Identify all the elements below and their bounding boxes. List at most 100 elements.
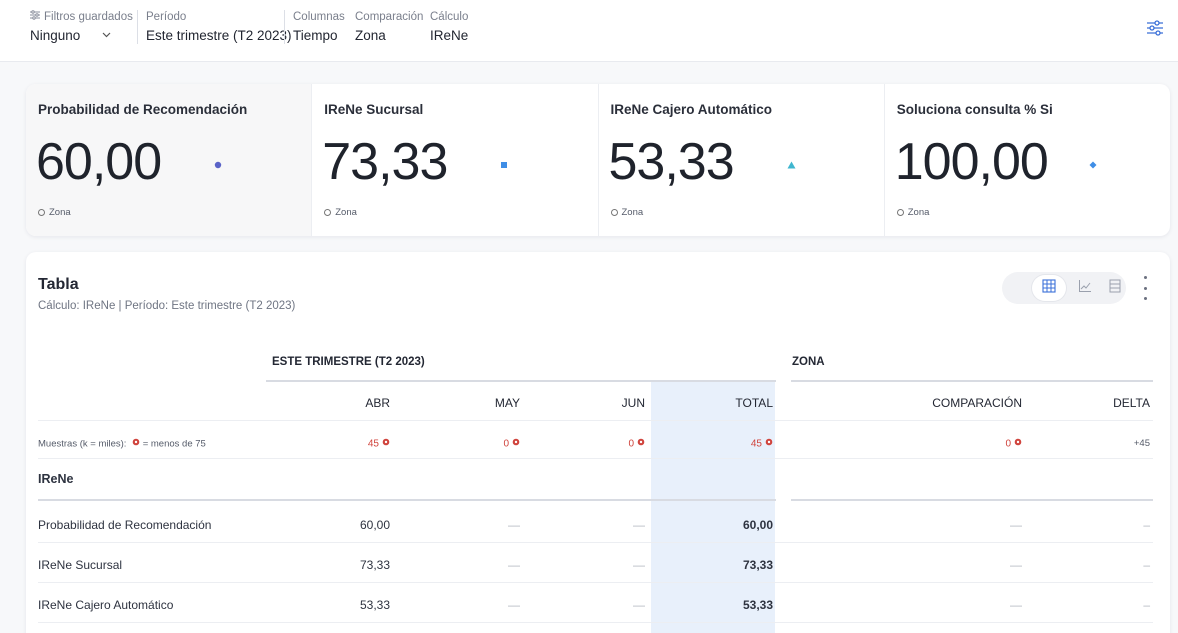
- cell-jun: —: [633, 598, 645, 612]
- col-header-delta[interactable]: DELTA: [1076, 396, 1150, 410]
- row-label: IReNe Cajero Automático: [38, 598, 174, 612]
- section-divider: [791, 499, 1153, 501]
- cell-abr: 60,00: [359, 518, 390, 532]
- kpi-value: 60,00: [36, 133, 162, 191]
- warning-pin-icon: [765, 438, 773, 450]
- filter-bar: Filtros guardados Ninguno Período Este t…: [0, 0, 1178, 62]
- kpi-title: IReNe Sucursal: [324, 102, 424, 117]
- comparison-value: Zona: [355, 28, 386, 43]
- comparison-label: Comparación: [355, 11, 424, 23]
- cell-may: —: [508, 518, 520, 532]
- kpi-legend: Zona: [610, 207, 644, 218]
- warning-pin-icon: [132, 438, 140, 450]
- filter-settings-button[interactable]: [1144, 19, 1166, 40]
- kpi-card-branch[interactable]: IReNe Sucursal 73,33 Zona: [312, 84, 599, 236]
- samples-delta: +45: [1133, 438, 1150, 449]
- kpi-title: Probabilidad de Recomendación: [38, 102, 248, 117]
- square-marker-icon: [500, 156, 508, 174]
- cell-total: 73,33: [742, 558, 773, 572]
- kpi-legend: Zona: [324, 207, 357, 218]
- list-view-button[interactable]: [1098, 275, 1132, 301]
- period-selector[interactable]: Período Este trimestre (T2 2023): [146, 10, 292, 45]
- kpi-title: IReNe Cajero Automático: [610, 102, 773, 117]
- warning-pin-icon: [382, 438, 390, 450]
- period-value: Este trimestre (T2 2023): [146, 28, 292, 43]
- col-header-total[interactable]: TOTAL: [691, 396, 773, 410]
- period-label: Período: [146, 11, 187, 23]
- columns-label: Columnas: [293, 11, 345, 23]
- cell-total: 60,00: [742, 518, 773, 532]
- kpi-legend: Zona: [38, 207, 71, 218]
- list-icon: [1108, 279, 1122, 298]
- more-options-icon[interactable]: [1138, 276, 1152, 300]
- col-header-comparison[interactable]: COMPARACIÓN: [906, 396, 1022, 410]
- row-divider: [38, 458, 1153, 459]
- divider: [137, 10, 138, 44]
- kpi-value: 73,33: [322, 133, 448, 191]
- ring-icon: [610, 209, 618, 216]
- diamond-marker-icon: [1089, 156, 1097, 174]
- comparison-selector[interactable]: Comparación Zona: [355, 10, 423, 45]
- circle-marker-icon: [214, 156, 222, 174]
- table-grid-icon: [1042, 278, 1056, 298]
- table-title: Tabla: [38, 276, 79, 293]
- ring-icon: [896, 209, 904, 216]
- cell-delta: –: [1143, 558, 1150, 572]
- cell-may: —: [508, 558, 520, 572]
- columns-value: Tiempo: [293, 28, 338, 43]
- warning-pin-icon: [1014, 438, 1022, 450]
- saved-filters-label: Filtros guardados: [44, 11, 133, 23]
- samples-abr: 45: [326, 438, 390, 450]
- cell-delta: –: [1143, 518, 1150, 532]
- row-divider: [38, 582, 1153, 583]
- table-view-button[interactable]: [1032, 275, 1066, 301]
- group-divider: [266, 380, 776, 382]
- cell-total: 53,33: [742, 598, 773, 612]
- row-divider: [38, 420, 1153, 421]
- saved-filters-value: Ninguno: [30, 28, 81, 43]
- triangle-marker-icon: [787, 156, 796, 174]
- kpi-row: Probabilidad de Recomendación 60,00 Zona…: [26, 84, 1170, 236]
- zone-group-header: ZONA: [792, 356, 825, 368]
- chevron-down-icon: [102, 27, 111, 45]
- table-card: Tabla Cálculo: IReNe | Período: Este tri…: [26, 252, 1170, 633]
- row-label: Probabilidad de Recomendación: [38, 518, 212, 532]
- warning-pin-icon: [512, 438, 520, 450]
- row-divider: [38, 542, 1153, 543]
- cell-abr: 73,33: [359, 558, 390, 572]
- row-label: IReNe Sucursal: [38, 558, 123, 572]
- kpi-legend-label: Zona: [49, 207, 71, 218]
- period-group-header: ESTE TRIMESTRE (T2 2023): [272, 356, 425, 368]
- kpi-legend: Zona: [896, 207, 930, 218]
- samples-total: 45: [691, 438, 773, 450]
- ring-icon: [38, 209, 45, 216]
- chart-view-button[interactable]: [1068, 275, 1102, 301]
- kpi-card-recommendation[interactable]: Probabilidad de Recomendación 60,00 Zona: [26, 84, 313, 236]
- line-chart-icon: [1078, 279, 1092, 298]
- samples-comparison: 0: [906, 438, 1022, 450]
- kpi-title: Soluciona consulta % Si: [896, 102, 1053, 117]
- kpi-card-resolves[interactable]: Soluciona consulta % Si 100,00 Zona: [885, 84, 1170, 236]
- view-switcher: [1002, 272, 1126, 304]
- warning-pin-icon: [637, 438, 645, 450]
- saved-filters-dropdown[interactable]: Filtros guardados Ninguno: [30, 10, 133, 45]
- kpi-card-atm[interactable]: IReNe Cajero Automático 53,33 Zona: [599, 84, 885, 236]
- calculation-selector[interactable]: Cálculo IReNe: [430, 10, 468, 45]
- kpi-legend-label: Zona: [335, 207, 357, 218]
- group-divider: [791, 380, 1153, 382]
- cell-abr: 53,33: [359, 598, 390, 612]
- calculation-label: Cálculo: [430, 11, 469, 23]
- cell-may: —: [508, 598, 520, 612]
- cell-jun: —: [633, 518, 645, 532]
- cell-jun: —: [633, 558, 645, 572]
- columns-selector[interactable]: Columnas Tiempo: [293, 10, 345, 45]
- table-subtitle: Cálculo: IReNe | Período: Este trimestre…: [38, 300, 296, 312]
- kpi-legend-label: Zona: [621, 207, 644, 218]
- cell-comparison: —: [1010, 598, 1022, 612]
- col-header-jun[interactable]: JUN: [581, 396, 645, 410]
- col-header-abr[interactable]: ABR: [326, 396, 390, 410]
- section-divider: [38, 499, 776, 501]
- kpi-legend-label: Zona: [907, 207, 930, 218]
- cell-comparison: —: [1010, 558, 1022, 572]
- col-header-may[interactable]: MAY: [456, 396, 520, 410]
